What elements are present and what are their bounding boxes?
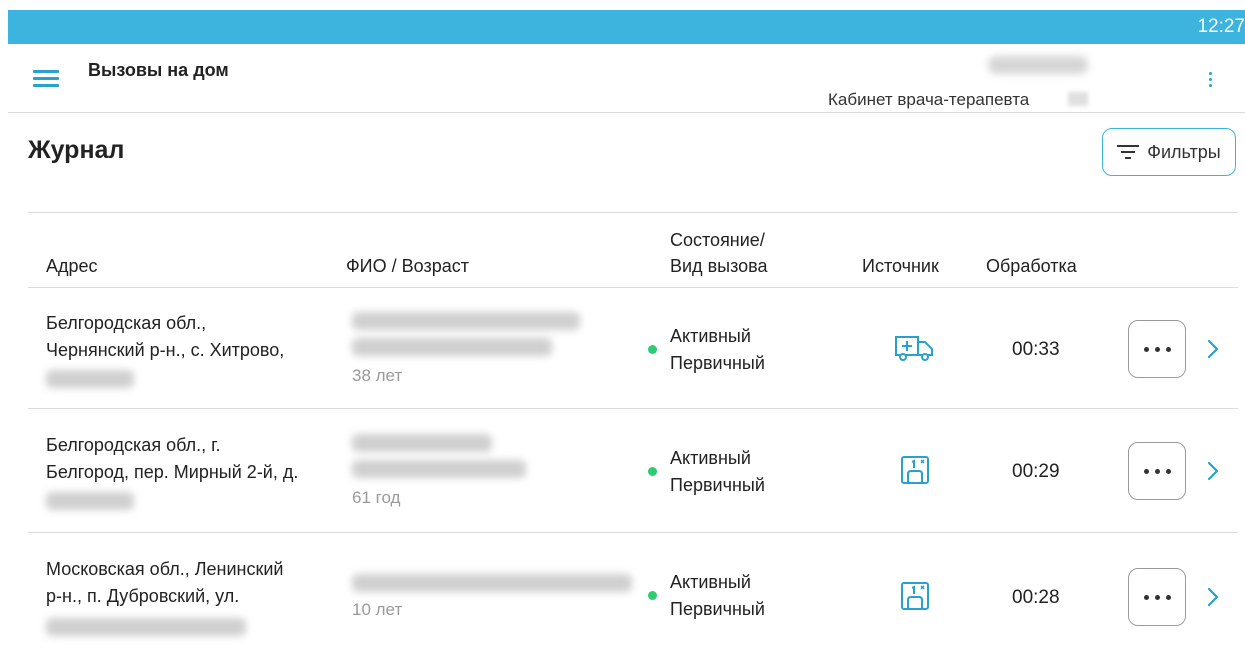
processing-time: 00:33 bbox=[1012, 339, 1060, 360]
filters-label: Фильтры bbox=[1147, 141, 1221, 162]
patient-age: 10 лет bbox=[352, 600, 403, 619]
cabinet-number-redacted bbox=[1068, 92, 1088, 106]
header-state-line2: Вид вызова bbox=[670, 256, 768, 276]
user-name-redacted bbox=[988, 56, 1088, 74]
address-redacted bbox=[46, 618, 246, 636]
address-redacted bbox=[46, 492, 134, 510]
patient-name-redacted bbox=[352, 338, 552, 356]
header-source: Источник bbox=[862, 256, 939, 276]
processing-time: 00:29 bbox=[1012, 461, 1060, 482]
address-line: Белгородская обл., г. bbox=[46, 435, 221, 455]
cabinet-label: Кабинет врача-терапевта bbox=[828, 90, 1030, 109]
patient-age: 38 лет bbox=[352, 366, 403, 385]
header-fio-age: ФИО / Возраст bbox=[346, 256, 469, 276]
more-button[interactable] bbox=[1128, 442, 1186, 500]
page-title: Журнал bbox=[28, 136, 125, 164]
address-line: Белгородская обл., bbox=[46, 313, 207, 333]
call-state: Активный bbox=[670, 448, 751, 468]
call-state: Активный bbox=[670, 326, 751, 346]
more-button[interactable] bbox=[1128, 320, 1186, 378]
call-type: Первичный bbox=[670, 599, 765, 619]
table-row[interactable]: Московская обл., Ленинский р-н., п. Дубр… bbox=[28, 534, 1238, 656]
table-top-divider bbox=[28, 212, 1238, 213]
processing-time: 00:28 bbox=[1012, 587, 1060, 608]
registry-icon bbox=[901, 456, 929, 484]
patient-name-redacted bbox=[352, 574, 632, 592]
header-state-line1: Состояние/ bbox=[670, 230, 765, 250]
status-time: 12:27 bbox=[1197, 16, 1245, 37]
address-line: р-н., п. Дубровский, ул. bbox=[46, 586, 240, 606]
address-line: Чернянский р-н., с. Хитрово, bbox=[46, 340, 285, 360]
app-bar-divider bbox=[8, 112, 1245, 113]
filters-button[interactable]: Фильтры bbox=[1102, 128, 1236, 176]
app-title: Вызовы на дом bbox=[88, 60, 229, 80]
chevron-right-icon[interactable] bbox=[1206, 338, 1220, 360]
patient-age: 61 год bbox=[352, 488, 401, 507]
filter-icon bbox=[1117, 145, 1140, 159]
status-bar: 12:27 bbox=[8, 10, 1245, 44]
patient-name-redacted bbox=[352, 434, 492, 452]
call-state: Активный bbox=[670, 572, 751, 592]
address-line: Белгород, пер. Мирный 2-й, д. bbox=[46, 462, 299, 482]
table-row[interactable]: Белгородская обл., Чернянский р-н., с. Х… bbox=[28, 288, 1238, 410]
row-divider bbox=[28, 532, 1238, 533]
header-processing: Обработка bbox=[986, 256, 1077, 276]
row-divider bbox=[28, 408, 1238, 409]
more-vert-icon[interactable] bbox=[1206, 70, 1216, 90]
registry-icon bbox=[901, 582, 929, 610]
address-line: Московская обл., Ленинский bbox=[46, 559, 284, 579]
call-type: Первичный bbox=[670, 353, 765, 373]
header-address: Адрес bbox=[46, 256, 98, 276]
menu-icon[interactable] bbox=[33, 70, 59, 88]
patient-name-redacted bbox=[352, 312, 580, 330]
address-redacted bbox=[46, 370, 134, 388]
status-dot bbox=[648, 467, 657, 476]
chevron-right-icon[interactable] bbox=[1206, 586, 1220, 608]
call-type: Первичный bbox=[670, 475, 765, 495]
app-bar: Вызовы на дом Кабинет врача-терапевта bbox=[8, 44, 1245, 112]
more-button[interactable] bbox=[1128, 568, 1186, 626]
status-dot bbox=[648, 591, 657, 600]
status-dot bbox=[648, 345, 657, 354]
patient-name-redacted bbox=[352, 460, 526, 478]
ambulance-icon bbox=[895, 336, 933, 361]
chevron-right-icon[interactable] bbox=[1206, 460, 1220, 482]
table-row[interactable]: Белгородская обл., г. Белгород, пер. Мир… bbox=[28, 410, 1238, 532]
